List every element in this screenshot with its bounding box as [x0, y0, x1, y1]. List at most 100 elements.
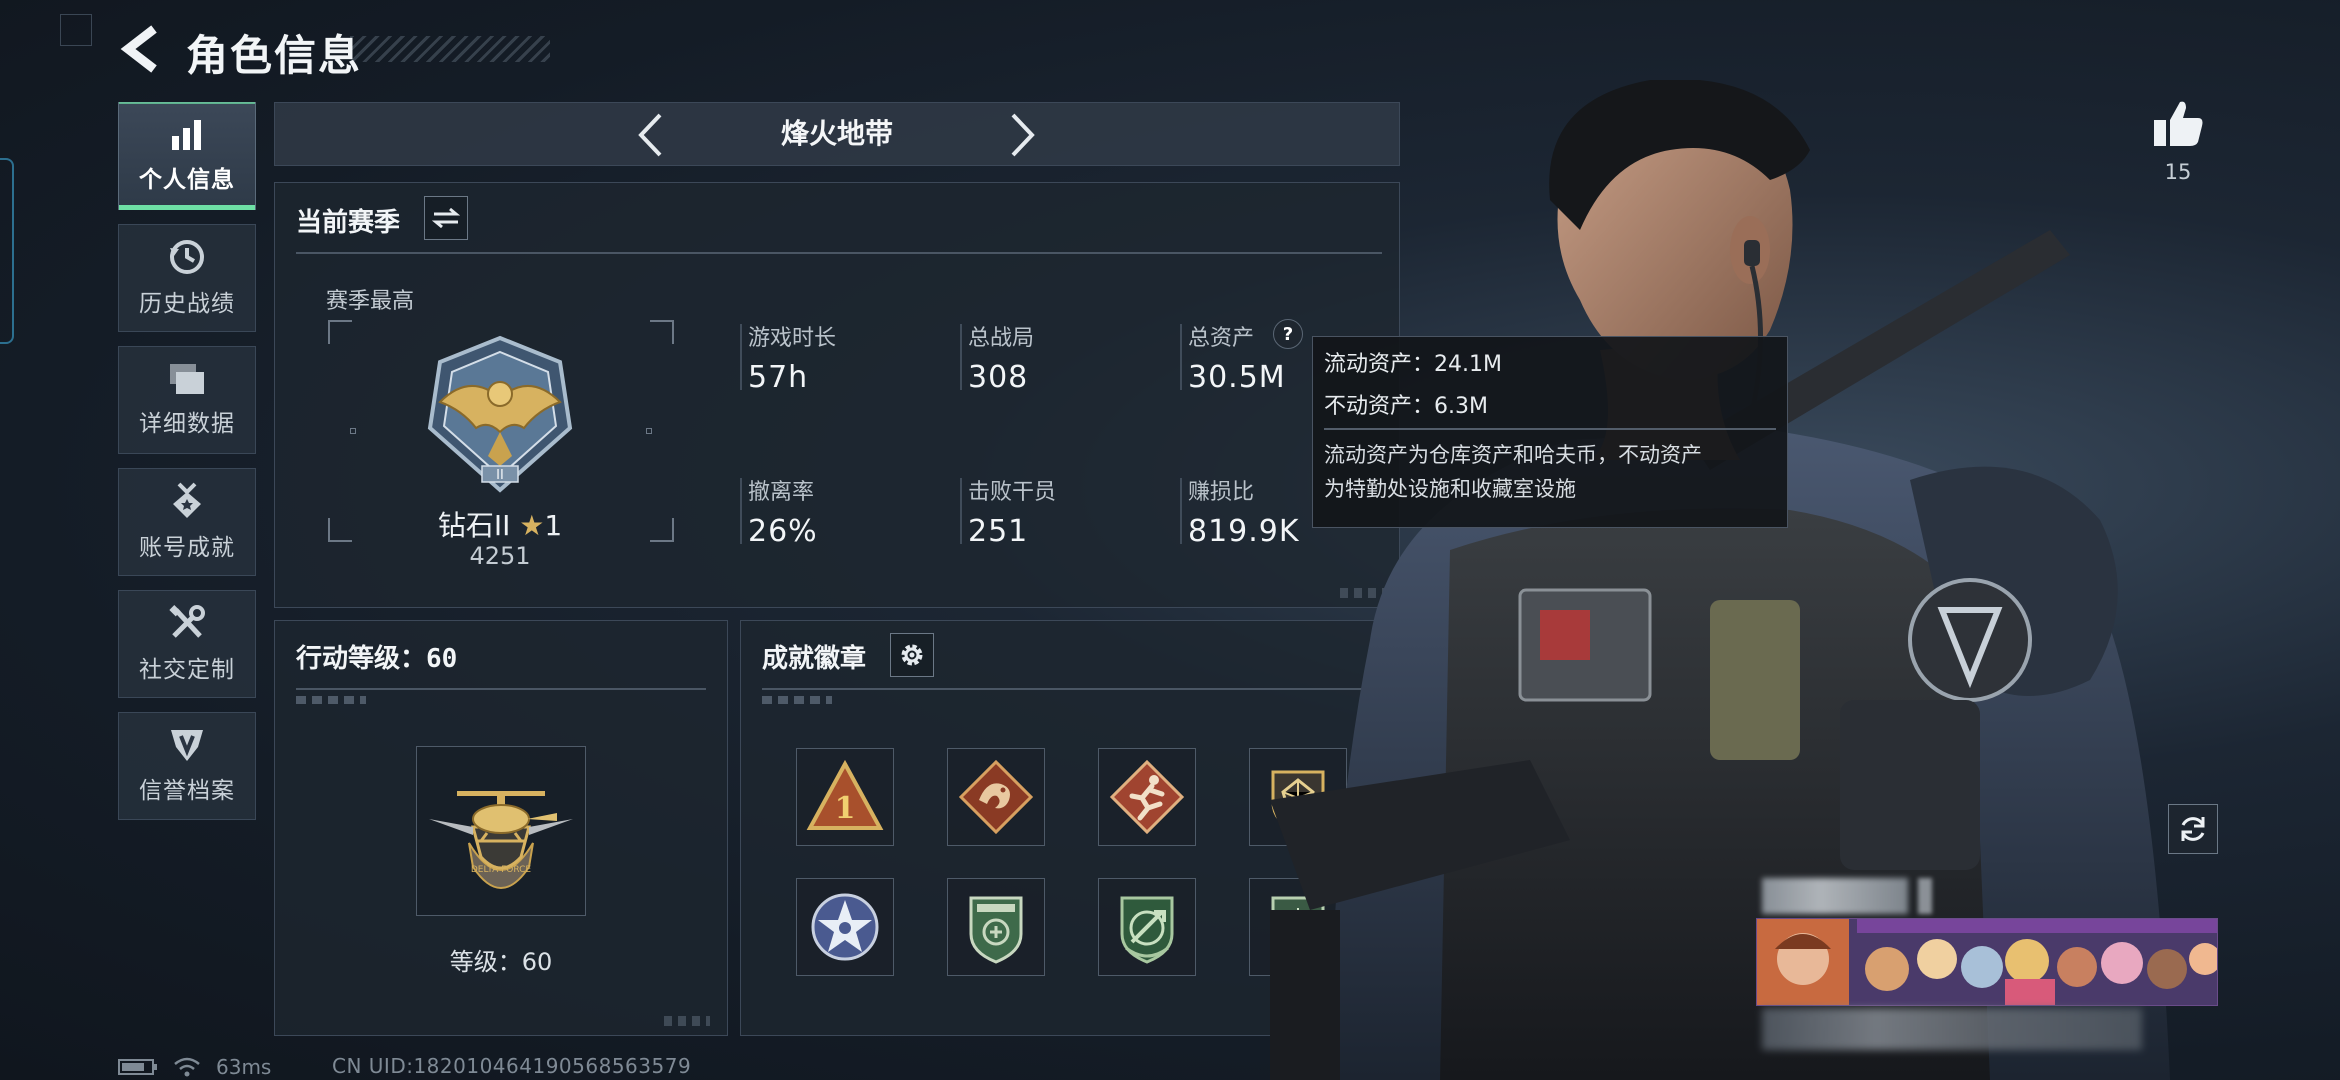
stat-play-time: 游戏时长 57h [748, 320, 836, 395]
frame-corner [328, 518, 352, 542]
nav-personal-info[interactable]: 个人信息 [118, 102, 256, 210]
achievement-settings-button[interactable] [890, 633, 934, 677]
panel-corner-decoration [664, 1016, 710, 1026]
diamond-rank-icon: II [427, 335, 573, 493]
wifi-icon [174, 1057, 200, 1077]
rifle-shield-badge-icon [1120, 896, 1174, 964]
nav-label: 信誉档案 [139, 778, 235, 804]
player-info-blurred [1762, 1008, 2142, 1050]
stat-extract-rate: 撤离率 26% [748, 474, 818, 549]
level-title-prefix: 行动等级： [296, 644, 427, 674]
achievement-slot[interactable] [1098, 748, 1196, 846]
player-uid: CN UID:182010464190568563579 [332, 1054, 692, 1078]
frame-marker [646, 428, 652, 434]
level-title-value: 60 [426, 644, 458, 674]
folders-icon [170, 364, 204, 394]
mode-title: 烽火地带 [780, 117, 893, 150]
mode-prev-button[interactable] [630, 110, 670, 160]
level-caption: 等级：60 [449, 948, 553, 976]
stat-separator [740, 478, 742, 544]
like-count: 15 [2164, 160, 2192, 184]
profile-banner[interactable] [1756, 918, 2218, 1006]
star-icon: ★ [519, 509, 545, 542]
achievement-slot[interactable] [947, 878, 1045, 976]
swap-icon [432, 207, 460, 229]
tooltip-desc-line: 流动资产为仓库资产和哈夫币，不动资产 [1324, 443, 1702, 467]
nav-achievements[interactable]: 账号成就 [118, 468, 256, 576]
frame-corner [650, 320, 674, 344]
tools-icon [169, 605, 205, 638]
rank-stars: 1 [544, 509, 563, 542]
achievement-slot[interactable]: 1 [796, 748, 894, 846]
stat-value: 26% [748, 514, 818, 549]
nav-label: 个人信息 [139, 167, 235, 193]
battery-icon [118, 1059, 157, 1075]
triangle-one-badge-icon: 1 [806, 759, 884, 830]
back-arrow-icon [120, 25, 157, 73]
banner-artwork [1757, 919, 2217, 1005]
nav-credit-record[interactable]: 信誉档案 [118, 712, 256, 820]
bar-chart-icon [172, 120, 201, 150]
nav-match-history[interactable]: 历史战绩 [118, 224, 256, 332]
runner-badge-icon [1109, 759, 1185, 835]
nav-detailed-data[interactable]: 详细数据 [118, 346, 256, 454]
svg-text:II: II [496, 468, 504, 483]
ping-value: 63ms [216, 1055, 272, 1079]
refresh-button[interactable] [2168, 804, 2218, 854]
tooltip-description: 流动资产为仓库资产和哈夫币，不动资产 为特勤处设施和收藏室设施 [1324, 438, 1776, 506]
stat-label: 总战局 [968, 326, 1035, 351]
star-wreath-badge-icon [811, 893, 879, 961]
refresh-icon [2181, 817, 2205, 841]
tooltip-desc-line: 为特勤处设施和收藏室设施 [1324, 477, 1576, 501]
title-decoration [350, 36, 550, 62]
history-icon [170, 240, 204, 274]
frame-marker [350, 428, 356, 434]
page-title: 角色信息 [186, 31, 363, 80]
stat-separator [960, 324, 962, 390]
tooltip-fixed-assets: 不动资产：6.3M [1324, 394, 1488, 419]
nav-label: 社交定制 [139, 657, 235, 683]
rank-name: 钻石II ★1 [420, 504, 580, 544]
nav-label: 账号成就 [139, 535, 235, 561]
status-bar: 63ms [118, 1054, 271, 1080]
stat-separator [960, 478, 962, 544]
stat-value: 251 [968, 514, 1029, 549]
medal-icon [173, 482, 201, 518]
helicopter-badge-icon: DELTA FORCE [429, 791, 573, 889]
level-title: 行动等级：60 [296, 638, 457, 675]
mode-next-button[interactable] [1003, 110, 1043, 160]
tooltip-liquid-assets: 流动资产：24.1M [1324, 352, 1502, 377]
rank-score: 4251 [469, 542, 531, 570]
dragon-badge-icon [958, 759, 1034, 835]
player-name-blurred [1762, 878, 1908, 914]
season-title: 当前赛季 [296, 208, 401, 238]
stat-value: 308 [968, 360, 1029, 395]
achievement-title: 成就徽章 [762, 644, 867, 674]
level-badge-frame: DELTA FORCE [416, 746, 586, 916]
chevron-left-icon [638, 113, 662, 157]
stat-operators-defeated: 击败干员 251 [968, 474, 1056, 549]
stat-separator [1180, 478, 1182, 544]
swap-season-button[interactable] [424, 196, 468, 240]
thumbs-up-icon[interactable] [2150, 96, 2206, 152]
achievement-slot[interactable] [796, 878, 894, 976]
stat-label: 击败干员 [968, 480, 1057, 505]
season-best-label: 赛季最高 [326, 289, 415, 314]
corner-marker [60, 14, 92, 46]
achievement-slot[interactable] [1098, 878, 1196, 976]
stat-separator [740, 324, 742, 390]
green-shield-badge-icon [969, 896, 1023, 964]
frame-corner [328, 320, 352, 344]
divider-decoration [762, 696, 832, 704]
nav-social-custom[interactable]: 社交定制 [118, 590, 256, 698]
nav-label: 详细数据 [139, 411, 235, 437]
back-button[interactable] [112, 20, 172, 78]
shield-emblem-icon [171, 730, 203, 761]
divider-decoration [296, 696, 366, 704]
season-divider [296, 252, 1382, 254]
achievement-slot[interactable] [947, 748, 1045, 846]
stat-label: 游戏时长 [748, 326, 837, 351]
level-divider [296, 688, 706, 690]
player-name-blurred [1918, 878, 1932, 914]
frame-corner [650, 518, 674, 542]
